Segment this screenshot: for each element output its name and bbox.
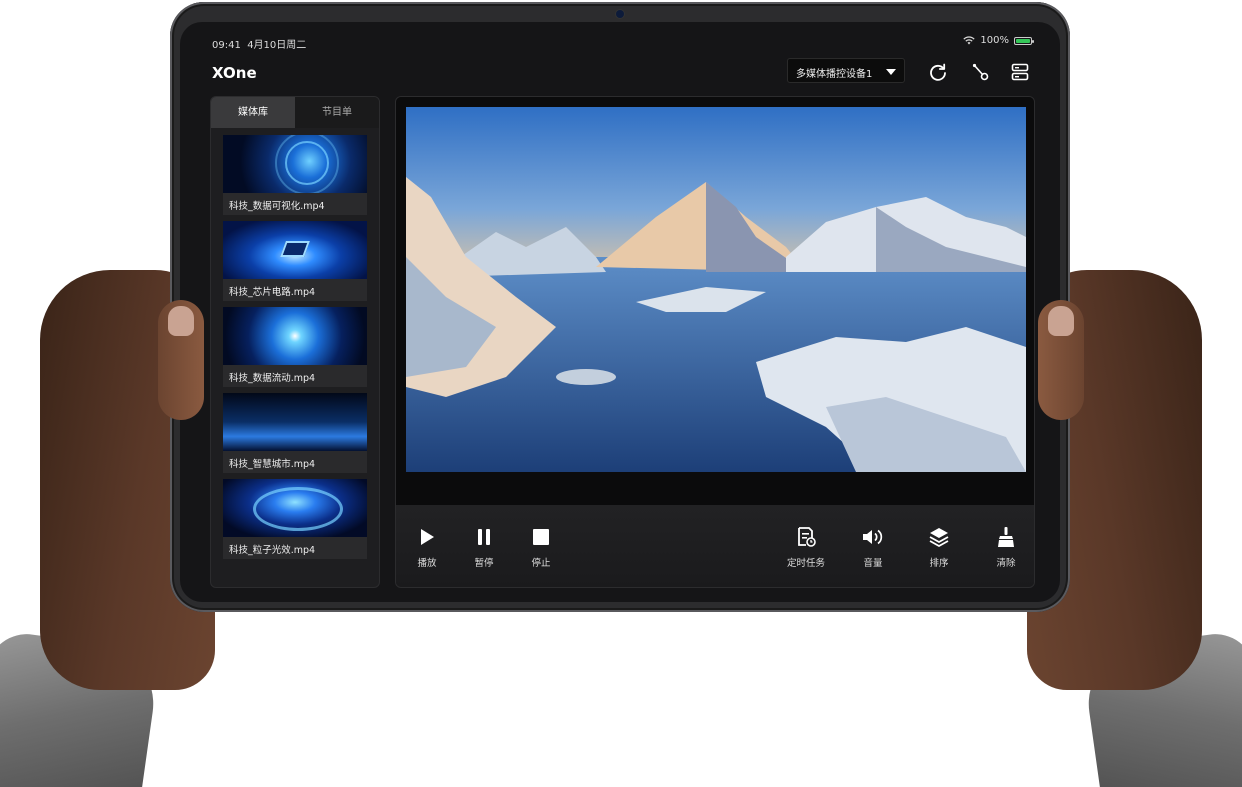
connection-icon[interactable] — [970, 62, 990, 82]
media-thumbnail — [223, 221, 367, 279]
playback-controls: 播放 暂停 停止 定时任务 音量 排序 清除 — [396, 505, 1034, 587]
volume-icon — [863, 529, 883, 545]
status-datetime: 09:41 4月10日周二 — [212, 36, 306, 51]
media-item-label: 科技_智慧城市.mp4 — [223, 451, 367, 473]
refresh-icon[interactable] — [928, 62, 948, 82]
media-item-label: 科技_芯片电路.mp4 — [223, 279, 367, 301]
tablet-screen: 09:41 4月10日周二 100% XOne 多媒体播控设备1 媒体库 节目单… — [180, 22, 1060, 602]
media-item-data-visualization[interactable]: 科技_数据可视化.mp4 — [223, 135, 367, 215]
broom-icon — [998, 527, 1014, 547]
tab-media-library[interactable]: 媒体库 — [211, 97, 295, 128]
stop-label: 停止 — [531, 558, 551, 569]
media-list: 科技_数据可视化.mp4 科技_芯片电路.mp4 科技_数据流动.mp4 科技_… — [211, 128, 379, 559]
pause-icon — [478, 529, 490, 545]
schedule-icon — [798, 527, 816, 547]
stop-icon — [533, 529, 549, 545]
server-icon[interactable] — [1010, 62, 1030, 82]
caret-down-icon — [886, 69, 896, 75]
status-indicators: 100% — [963, 35, 1034, 46]
left-thumb — [158, 300, 204, 420]
player-panel: 播放 暂停 停止 定时任务 音量 排序 清除 — [395, 96, 1035, 588]
volume-button[interactable]: 音量 — [848, 525, 898, 569]
schedule-label: 定时任务 — [786, 558, 825, 569]
device-select-value: 多媒体播控设备1 — [796, 69, 873, 80]
media-item-label: 科技_粒子光效.mp4 — [223, 537, 367, 559]
media-item-chip-circuit[interactable]: 科技_芯片电路.mp4 — [223, 221, 367, 301]
media-thumbnail — [223, 393, 367, 451]
sort-label: 排序 — [929, 558, 949, 569]
sort-button[interactable]: 排序 — [914, 525, 964, 569]
play-button[interactable]: 播放 — [402, 525, 452, 569]
volume-label: 音量 — [863, 558, 883, 569]
status-date: 4月10日周二 — [247, 40, 307, 51]
battery-percent: 100% — [980, 35, 1009, 46]
media-tabs: 媒体库 节目单 — [211, 97, 379, 128]
video-preview[interactable] — [406, 107, 1026, 472]
schedule-button[interactable]: 定时任务 — [781, 525, 831, 569]
media-thumbnail — [223, 307, 367, 365]
media-item-label: 科技_数据流动.mp4 — [223, 365, 367, 387]
tablet-device: 09:41 4月10日周二 100% XOne 多媒体播控设备1 媒体库 节目单… — [170, 2, 1070, 612]
media-item-label: 科技_数据可视化.mp4 — [223, 193, 367, 215]
front-camera — [616, 10, 624, 18]
media-thumbnail — [223, 135, 367, 193]
media-thumbnail — [223, 479, 367, 537]
clear-button[interactable]: 清除 — [981, 525, 1031, 569]
right-thumb — [1038, 300, 1084, 420]
pause-label: 暂停 — [474, 558, 494, 569]
status-bar: 09:41 4月10日周二 100% — [180, 32, 1060, 51]
media-item-data-flow[interactable]: 科技_数据流动.mp4 — [223, 307, 367, 387]
tab-program-list[interactable]: 节目单 — [295, 97, 379, 128]
app-title: XOne — [212, 64, 257, 82]
clear-label: 清除 — [996, 558, 1016, 569]
stop-button[interactable]: 停止 — [516, 525, 566, 569]
play-icon — [421, 529, 434, 545]
media-item-particle-light[interactable]: 科技_粒子光效.mp4 — [223, 479, 367, 559]
wifi-icon — [963, 36, 976, 45]
play-label: 播放 — [417, 558, 437, 569]
status-time: 09:41 — [212, 40, 241, 51]
media-panel: 媒体库 节目单 科技_数据可视化.mp4 科技_芯片电路.mp4 科技_数据流动… — [210, 96, 380, 588]
layers-icon — [929, 528, 949, 548]
device-select[interactable]: 多媒体播控设备1 — [787, 58, 905, 83]
video-area — [396, 97, 1034, 505]
pause-button[interactable]: 暂停 — [459, 525, 509, 569]
media-item-smart-city[interactable]: 科技_智慧城市.mp4 — [223, 393, 367, 473]
battery-icon — [1014, 36, 1034, 45]
